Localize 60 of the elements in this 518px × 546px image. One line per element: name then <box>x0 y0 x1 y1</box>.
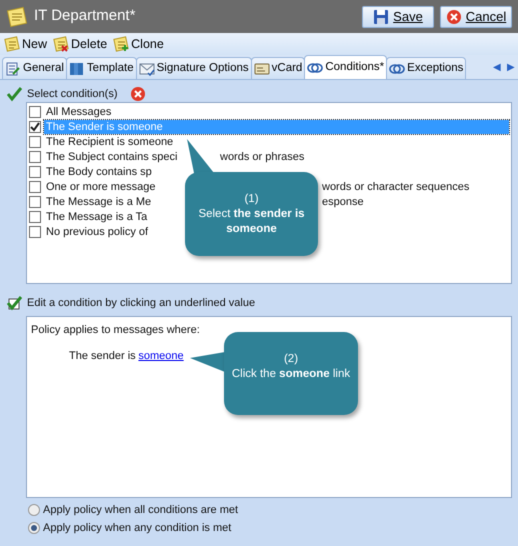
list-item[interactable]: All Messages <box>44 104 114 118</box>
checkbox[interactable] <box>29 136 41 148</box>
checkmark-icon <box>30 122 40 132</box>
list-item[interactable]: The Recipient is someone <box>44 134 176 148</box>
note-icon <box>4 36 20 52</box>
close-icon <box>446 8 462 24</box>
radio-label: Apply policy when all conditions are met <box>43 502 238 518</box>
list-item[interactable]: No previous policy of <box>44 224 150 238</box>
callout-pointer <box>186 138 216 174</box>
tab[interactable]: Exceptions <box>386 57 466 79</box>
tab[interactable]: General <box>2 57 67 79</box>
list-item[interactable]: The Subject contains speci <box>44 150 180 164</box>
checked-box-icon <box>7 295 23 311</box>
list-item[interactable]: One or more message <box>44 180 158 194</box>
tab[interactable]: Template <box>66 57 137 79</box>
clone-button[interactable]: Clone <box>113 34 164 54</box>
radio-label: Apply policy when any condition is met <box>43 520 232 536</box>
tab[interactable]: Signature Options <box>136 57 252 79</box>
notepad-icon <box>6 6 28 28</box>
clear-icon[interactable] <box>130 86 146 102</box>
checkbox[interactable] <box>29 166 41 178</box>
callout: (2) Click the someone link <box>224 332 358 415</box>
note-delete-icon <box>53 36 70 52</box>
scroll-left-button[interactable]: ◀ <box>490 60 504 74</box>
list-item[interactable]: The Message is a Ta <box>44 210 150 224</box>
checkbox[interactable] <box>29 210 41 222</box>
list-item[interactable]: The Message is a Me <box>44 194 154 208</box>
tab[interactable]: Conditions* <box>304 55 388 79</box>
value-link[interactable]: someone <box>138 348 184 364</box>
tab[interactable]: vCard <box>250 57 306 79</box>
checkbox[interactable] <box>29 120 41 132</box>
checkbox[interactable] <box>29 180 41 192</box>
form-icon <box>5 60 21 76</box>
section-label: Select condition(s) <box>27 86 118 102</box>
section-label: Edit a condition by clicking an underlined value <box>27 296 256 311</box>
list-item-text: words or character sequences <box>322 180 470 194</box>
cancel-button[interactable]: Cancel <box>440 6 512 28</box>
delete-button[interactable]: Delete <box>53 34 108 54</box>
description-text: Policy applies to messages where: <box>31 323 201 338</box>
check-icon <box>7 86 23 102</box>
window-title: IT Department* <box>34 6 136 26</box>
checkbox[interactable] <box>29 150 41 162</box>
note-add-icon <box>113 36 130 52</box>
radio-button[interactable] <box>28 522 40 534</box>
list-item[interactable]: The Body contains sp <box>44 164 154 178</box>
checkbox[interactable] <box>29 196 41 208</box>
checkbox[interactable] <box>29 226 41 238</box>
card-icon <box>254 60 270 76</box>
save-button[interactable]: Save <box>362 6 434 28</box>
book-icon <box>68 60 85 76</box>
callout: (1) Select the sender is someone <box>185 172 318 256</box>
new-button[interactable]: New <box>4 34 48 54</box>
list-item-text: words or phrases <box>220 150 304 164</box>
list-item-text: esponse <box>322 194 364 208</box>
callout-pointer <box>188 350 226 374</box>
radio-button[interactable] <box>28 504 40 516</box>
scroll-right-button[interactable]: ▶ <box>504 60 518 74</box>
checkbox[interactable] <box>29 106 41 118</box>
envelope-icon <box>138 60 155 76</box>
condition-text: The sender is <box>69 348 136 364</box>
